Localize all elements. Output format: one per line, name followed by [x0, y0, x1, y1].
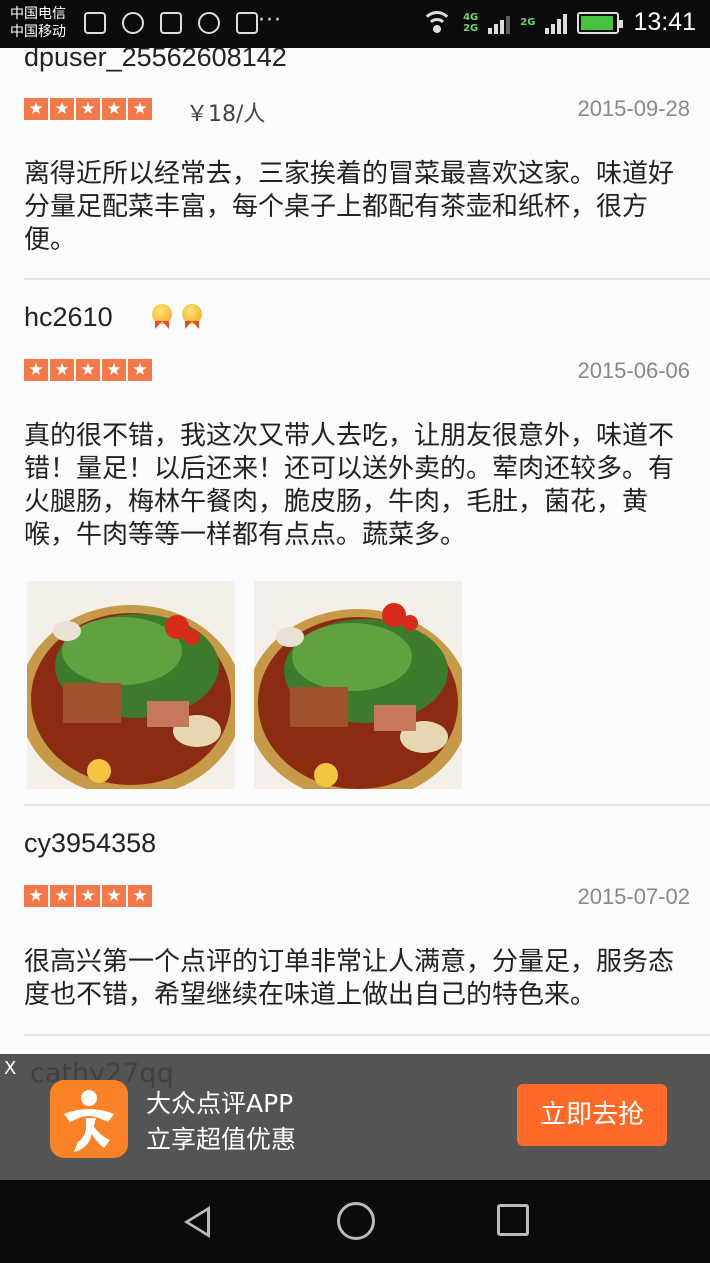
network-type: 4G 2G [463, 12, 478, 34]
star-icon: ★ [102, 885, 126, 907]
signal-icon-2 [545, 12, 568, 34]
wechat-icon [198, 12, 220, 34]
network-4g: 4G [463, 11, 479, 23]
review-text: 真的很不错，我这次又带人去吃，让朋友很意外，味道不错！量足！以后还来！还可以送外… [24, 421, 675, 550]
star-icon: ★ [76, 359, 100, 381]
review-text: 离得近所以经常去，三家挨着的冒菜最喜欢这家。味道好分量足配菜丰富，每个桌子上都配… [24, 159, 675, 255]
star-icon: ★ [24, 98, 48, 120]
review-username[interactable]: dpuser_25562608142 [24, 48, 287, 73]
navigation-bar [0, 1180, 710, 1263]
clock: 13:41 [633, 8, 696, 36]
network-2g-a: 2G [463, 22, 479, 34]
star-icon: ★ [128, 98, 152, 120]
recent-apps-icon[interactable] [497, 1204, 529, 1236]
star-icon: ★ [50, 885, 74, 907]
signal-icon-1 [488, 12, 511, 34]
back-icon[interactable] [184, 1206, 210, 1238]
download-icon [84, 12, 106, 34]
rating-stars: ★ ★ ★ ★ ★ [24, 98, 152, 120]
star-icon: ★ [24, 359, 48, 381]
star-icon: ★ [50, 98, 74, 120]
medal-icon [150, 304, 174, 334]
star-icon: ★ [24, 885, 48, 907]
review-photo[interactable] [27, 581, 235, 789]
rating-stars: ★ ★ ★ ★ ★ [24, 359, 152, 381]
review-date: 2015-07-02 [577, 884, 690, 909]
app-notification-icon [236, 12, 258, 34]
review-username[interactable]: cy3954358 [24, 828, 156, 859]
grab-now-button[interactable]: 立即去抢 [517, 1084, 667, 1146]
food-photo-image [27, 581, 235, 789]
network-2g-b: 2G [520, 17, 536, 28]
battery-icon [577, 11, 624, 34]
star-icon: ★ [102, 98, 126, 120]
close-icon[interactable]: X [4, 1058, 16, 1079]
banner-title: 大众点评APP [146, 1089, 294, 1118]
star-icon: ★ [76, 885, 100, 907]
user-medals [150, 304, 204, 334]
review-username[interactable]: hc2610 [24, 302, 113, 333]
carrier-2: 中国移动 [10, 24, 66, 40]
carrier-labels: 中国电信 中国移动 [10, 5, 66, 41]
home-icon[interactable] [337, 1202, 375, 1240]
chat-icon [122, 12, 144, 34]
review-date: 2015-09-28 [577, 96, 690, 121]
price-per-person: ￥18/人 [186, 102, 266, 127]
medal-icon [180, 304, 204, 334]
app-download-banner[interactable]: X 大众点评APP 立享超值优惠 立即去抢 [0, 1054, 710, 1180]
divider [24, 804, 710, 806]
star-icon: ★ [76, 98, 100, 120]
review-date: 2015-06-06 [577, 358, 690, 383]
review-text: 很高兴第一个点评的订单非常让人满意，分量足，服务态度也不错，希望继续在味道上做出… [24, 947, 675, 1010]
carrier-1: 中国电信 [10, 6, 66, 22]
review-photo[interactable] [254, 581, 462, 789]
notification-icons [84, 12, 258, 34]
banner-subtitle: 立享超值优惠 [146, 1125, 297, 1154]
star-icon: ★ [128, 359, 152, 381]
divider [24, 278, 710, 280]
more-notifications-icon: ··· [258, 8, 282, 33]
status-bar: 中国电信 中国移动 ··· 4G 2G 2G 13:41 [0, 0, 710, 48]
star-icon: ★ [102, 359, 126, 381]
food-photo-image [254, 581, 462, 789]
review-list[interactable]: dpuser_25562608142 ★ ★ ★ ★ ★ ￥18/人 2015-… [0, 48, 710, 1178]
image-icon [160, 12, 182, 34]
wifi-icon [421, 10, 454, 35]
divider [24, 1034, 710, 1036]
dianping-logo [50, 1080, 128, 1158]
rating-stars: ★ ★ ★ ★ ★ [24, 885, 152, 907]
star-icon: ★ [50, 359, 74, 381]
star-icon: ★ [128, 885, 152, 907]
